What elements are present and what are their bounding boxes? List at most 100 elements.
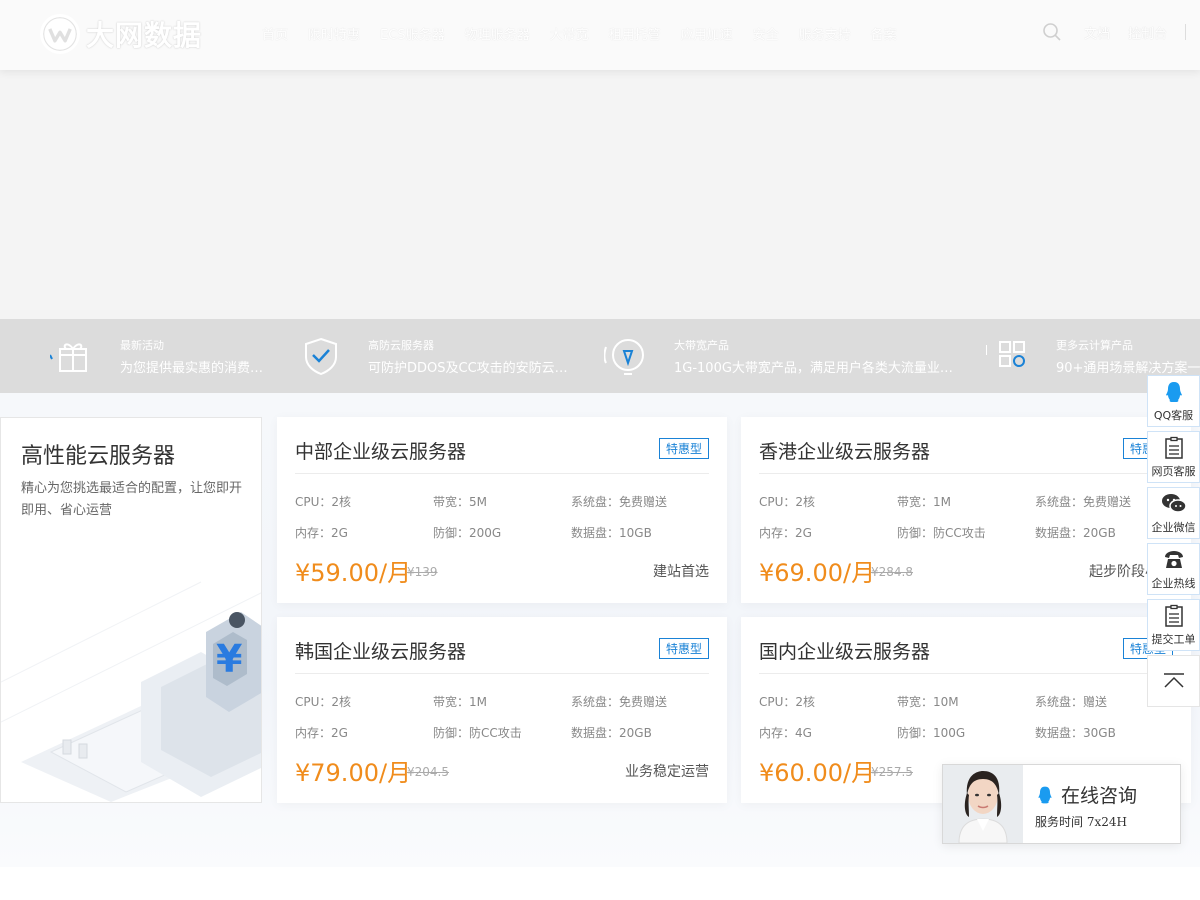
feature-strip: 最新活动 为您提供最实惠的消费… 高防云服务器 可防护DDOS及CC攻击的安防云… — [0, 319, 1200, 393]
page-bottom — [0, 867, 1200, 900]
service-hours: 服务时间 7x24H — [1035, 815, 1127, 829]
product-tag: 特惠型 — [658, 438, 709, 459]
product-note: 建站首选 — [653, 564, 709, 580]
spec-memory: 内存：4G — [759, 726, 812, 740]
spec-bandwidth: 带宽：10M — [897, 695, 959, 709]
nav-item-hosting[interactable]: 租用托管 — [609, 24, 661, 43]
divider — [759, 473, 1173, 474]
feature-title: 更多云计算产品 — [1056, 338, 1133, 352]
product-specs: CPU：2核 带宽：5M 系统盘：免费赠送 内存：2G 防御：200G 数据盘：… — [295, 493, 715, 541]
feature-desc: 可防护DDOS及CC攻击的安防云… — [368, 360, 568, 376]
sidebar-label: 提交工单 — [1151, 632, 1196, 646]
brand-logo[interactable]: 大网数据 — [40, 14, 202, 54]
clipboard-icon — [1164, 436, 1183, 459]
feature-promo[interactable]: 最新活动 为您提供最实惠的消费… — [48, 319, 263, 393]
hero-banner — [0, 70, 1200, 319]
feature-ddos[interactable]: 高防云服务器 可防护DDOS及CC攻击的安防云… — [296, 319, 568, 393]
feature-title: 高防云服务器 — [368, 338, 434, 352]
sidebar-label: 企业热线 — [1151, 576, 1196, 590]
wechat-icon — [1161, 493, 1187, 513]
spec-cpu: CPU：2核 — [759, 695, 816, 709]
nav-item-ecs[interactable]: ECS服务器 — [380, 24, 445, 43]
product-original-price: ¥257.5 — [871, 765, 913, 779]
sidebar-web-service[interactable]: 网页客服 — [1147, 431, 1200, 483]
feature-desc: 1G-100G大带宽产品，满足用户各类大流量业… — [674, 360, 953, 376]
nav-item-support[interactable]: 服务支持 — [799, 24, 851, 43]
nav-item-acceleration[interactable]: 应用加速 — [681, 24, 733, 43]
main-nav: 首页 限时特惠 ECS服务器 物理服务器 大带宽 租用托管 应用加速 安全 服务… — [262, 24, 917, 43]
product-note: 业务稳定运营 — [625, 764, 709, 780]
nav-item-bandwidth[interactable]: 大带宽 — [550, 24, 589, 43]
product-price: ¥59.00/月 — [295, 559, 412, 587]
product-original-price: ¥139 — [407, 565, 438, 579]
phone-icon — [1164, 550, 1183, 568]
arrow-up-icon — [1163, 673, 1184, 688]
spec-defense: 防御：200G — [433, 526, 502, 540]
spec-cpu: CPU：2核 — [295, 495, 352, 509]
product-original-price: ¥284.8 — [871, 565, 913, 579]
spec-data-disk: 数据盘：20GB — [571, 726, 652, 740]
sidebar-hotline[interactable]: 企业热线 — [1147, 543, 1200, 595]
nav-item-physical[interactable]: 物理服务器 — [465, 24, 530, 43]
grid-apps-icon — [984, 331, 1034, 381]
product-original-price: ¥204.5 — [407, 765, 449, 779]
nav-item-icp[interactable]: 备案 — [871, 24, 897, 43]
spec-memory: 内存：2G — [759, 526, 812, 540]
sidebar-label: QQ客服 — [1153, 408, 1194, 422]
ticket-icon — [1164, 604, 1183, 627]
spec-bandwidth: 带宽：5M — [433, 495, 487, 509]
sidebar-qq-service[interactable]: QQ客服 — [1147, 375, 1200, 427]
online-consult-widget[interactable]: 在线咨询 服务时间 7x24H — [942, 764, 1181, 844]
sidebar-label: 企业微信 — [1151, 520, 1196, 534]
feature-bandwidth[interactable]: 大带宽产品 1G-100G大带宽产品，满足用户各类大流量业… — [602, 319, 953, 393]
spec-defense: 防御：100G — [897, 726, 966, 740]
spec-data-disk: 数据盘：30GB — [1035, 726, 1116, 740]
spec-system-disk: 系统盘：免费赠送 — [571, 695, 668, 709]
svg-text:¥: ¥ — [216, 637, 242, 681]
spec-memory: 内存：2G — [295, 526, 348, 540]
sidebar-ticket[interactable]: 提交工单 — [1147, 599, 1200, 651]
logo-mark-icon — [40, 14, 80, 54]
nav-item-promo[interactable]: 限时特惠 — [308, 24, 360, 43]
feature-desc: 90+通用场景解决方案一键… — [1056, 360, 1200, 376]
intro-title: 高性能云服务器 — [21, 444, 176, 469]
product-title: 国内企业级云服务器 — [759, 641, 931, 663]
floating-service-sidebar: QQ客服 网页客服 企业微信 企业热线 提交工单 — [1147, 375, 1200, 707]
spec-data-disk: 数据盘：10GB — [571, 526, 652, 540]
spec-cpu: CPU：2核 — [295, 695, 352, 709]
product-specs: CPU：2核 带宽：10M 系统盘：赠送 内存：4G 防御：100G 数据盘：3… — [759, 693, 1179, 741]
spec-memory: 内存：2G — [295, 726, 348, 740]
docs-link[interactable]: 文档 — [1084, 23, 1110, 42]
spec-system-disk: 系统盘：免费赠送 — [571, 495, 668, 509]
feature-title: 大带宽产品 — [674, 338, 729, 352]
product-title: 香港企业级云服务器 — [759, 441, 931, 463]
spec-bandwidth: 带宽：1M — [433, 695, 487, 709]
product-tag: 特惠型 — [658, 638, 709, 659]
server-illustration-icon: ¥ — [1, 581, 261, 802]
agent-avatar — [943, 765, 1023, 843]
nav-item-security[interactable]: 安全 — [753, 24, 779, 43]
qq-icon — [1038, 786, 1052, 803]
header-actions: 文档 控制台 — [1042, 22, 1186, 42]
product-title: 韩国企业级云服务器 — [295, 641, 467, 663]
console-link[interactable]: 控制台 — [1128, 23, 1167, 42]
search-icon[interactable] — [1042, 22, 1062, 42]
intro-card: 高性能云服务器 精心为您挑选最适合的配置，让您即开即用、省心运营 ¥ — [0, 417, 262, 803]
product-price: ¥79.00/月 — [295, 759, 412, 787]
gift-icon — [48, 331, 98, 381]
feature-desc: 为您提供最实惠的消费… — [120, 360, 264, 376]
sidebar-wechat[interactable]: 企业微信 — [1147, 487, 1200, 539]
back-to-top-button[interactable] — [1147, 655, 1200, 707]
divider — [295, 673, 709, 674]
product-card-hongkong[interactable]: 香港企业级云服务器 特惠型 CPU：2核 带宽：1M 系统盘：免费赠送 内存：2… — [741, 417, 1191, 603]
nav-item-home[interactable]: 首页 — [262, 24, 288, 43]
consult-title-text: 在线咨询 — [1061, 785, 1138, 807]
product-card-korea[interactable]: 韩国企业级云服务器 特惠型 CPU：2核 带宽：1M 系统盘：免费赠送 内存：2… — [277, 617, 727, 803]
product-specs: CPU：2核 带宽：1M 系统盘：免费赠送 内存：2G 防御：防CC攻击 数据盘… — [295, 693, 715, 741]
sidebar-label: 网页客服 — [1151, 464, 1196, 478]
spec-cpu: CPU：2核 — [759, 495, 816, 509]
brand-name: 大网数据 — [86, 19, 203, 52]
product-card-central[interactable]: 中部企业级云服务器 特惠型 CPU：2核 带宽：5M 系统盘：免费赠送 内存：2… — [277, 417, 727, 603]
header-divider — [1185, 24, 1186, 40]
product-specs: CPU：2核 带宽：1M 系统盘：免费赠送 内存：2G 防御：防CC攻击 数据盘… — [759, 493, 1179, 541]
